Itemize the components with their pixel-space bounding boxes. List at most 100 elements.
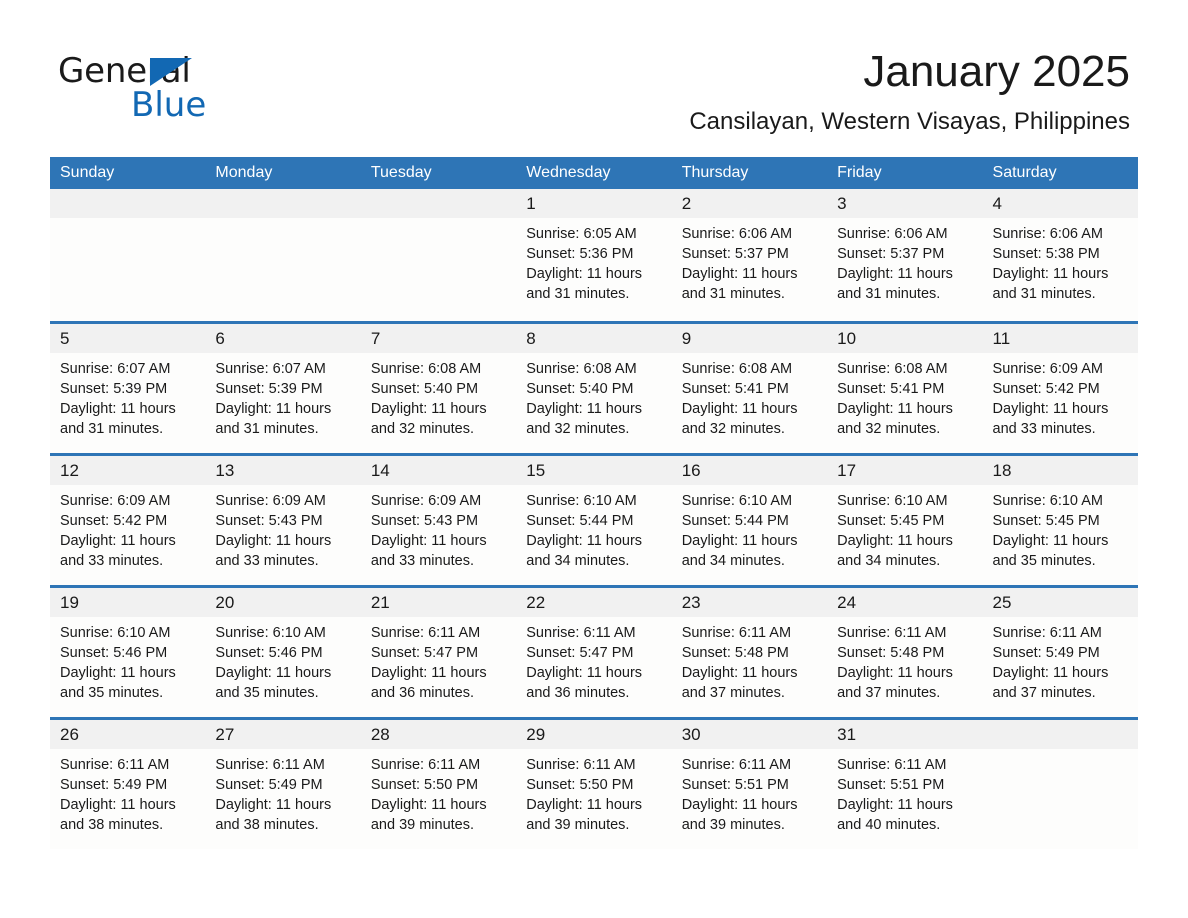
- day-number-band: 2: [671, 189, 828, 218]
- day-number: 1: [526, 194, 536, 213]
- daylight-text-line2: and 36 minutes.: [370, 685, 475, 701]
- sunset-text: Sunset: 5:39 PM: [60, 381, 168, 397]
- day-number-band: 9: [671, 324, 828, 353]
- day-number-band: 17: [827, 456, 983, 485]
- day-number-band: 23: [671, 588, 828, 617]
- day-cell[interactable]: 15 Sunrise: 6:10 AM Sunset: 5:44 PM Dayl…: [516, 456, 672, 585]
- day-cell[interactable]: 9 Sunrise: 6:08 AM Sunset: 5:41 PM Dayli…: [671, 324, 828, 453]
- daylight-text-line1: Daylight: 11 hours: [681, 401, 798, 417]
- daylight-text-line1: Daylight: 11 hours: [837, 266, 953, 282]
- day-number-band: 3: [827, 189, 983, 218]
- day-info: Sunrise: 6:11 AM Sunset: 5:51 PM Dayligh…: [672, 749, 827, 835]
- day-number: 25: [992, 593, 1012, 612]
- daylight-text-line1: Daylight: 11 hours: [215, 665, 332, 681]
- day-info: Sunrise: 6:10 AM Sunset: 5:46 PM Dayligh…: [205, 617, 360, 703]
- day-cell[interactable]: 18 Sunrise: 6:10 AM Sunset: 5:45 PM Dayl…: [982, 456, 1138, 585]
- daylight-text-line2: and 32 minutes.: [681, 421, 785, 437]
- day-cell[interactable]: 16 Sunrise: 6:10 AM Sunset: 5:44 PM Dayl…: [671, 456, 828, 585]
- sunset-text: Sunset: 5:49 PM: [215, 777, 323, 793]
- sunset-text: Sunset: 5:48 PM: [837, 645, 945, 661]
- day-cell[interactable]: 6 Sunrise: 6:07 AM Sunset: 5:39 PM Dayli…: [205, 324, 361, 453]
- day-info: Sunrise: 6:11 AM Sunset: 5:50 PM Dayligh…: [516, 749, 671, 835]
- day-info: Sunrise: 6:08 AM Sunset: 5:41 PM Dayligh…: [672, 353, 827, 439]
- daylight-text-line2: and 37 minutes.: [837, 685, 941, 701]
- day-cell[interactable]: 12 Sunrise: 6:09 AM Sunset: 5:42 PM Dayl…: [50, 456, 206, 585]
- sunset-text: Sunset: 5:45 PM: [992, 513, 1100, 529]
- sunrise-text: Sunrise: 6:10 AM: [60, 625, 171, 641]
- day-cell[interactable]: 13 Sunrise: 6:09 AM Sunset: 5:43 PM Dayl…: [205, 456, 361, 585]
- day-cell[interactable]: 5 Sunrise: 6:07 AM Sunset: 5:39 PM Dayli…: [50, 324, 206, 453]
- sunset-text: Sunset: 5:45 PM: [837, 513, 945, 529]
- day-info: Sunrise: 6:08 AM Sunset: 5:40 PM Dayligh…: [361, 353, 516, 439]
- sunset-text: Sunset: 5:40 PM: [370, 381, 479, 397]
- daylight-text-line1: Daylight: 11 hours: [837, 665, 953, 681]
- day-cell[interactable]: 28 Sunrise: 6:11 AM Sunset: 5:50 PM Dayl…: [360, 720, 517, 849]
- daylight-text-line2: and 35 minutes.: [60, 685, 164, 701]
- sunrise-text: Sunrise: 6:06 AM: [837, 226, 948, 242]
- day-cell[interactable]: 22 Sunrise: 6:11 AM Sunset: 5:47 PM Dayl…: [516, 588, 672, 717]
- week-row: 12 Sunrise: 6:09 AM Sunset: 5:42 PM Dayl…: [50, 453, 1138, 585]
- general-blue-logo[interactable]: General Blue: [58, 52, 318, 124]
- day-cell[interactable]: 19 Sunrise: 6:10 AM Sunset: 5:46 PM Dayl…: [50, 588, 206, 717]
- day-number-band: 7: [360, 324, 517, 353]
- day-cell[interactable]: 3 Sunrise: 6:06 AM Sunset: 5:37 PM Dayli…: [827, 189, 983, 321]
- sunrise-text: Sunrise: 6:10 AM: [681, 493, 793, 509]
- day-cell[interactable]: 24 Sunrise: 6:11 AM Sunset: 5:48 PM Dayl…: [827, 588, 983, 717]
- sunrise-text: Sunrise: 6:11 AM: [681, 757, 792, 773]
- day-number: 15: [526, 461, 546, 480]
- day-cell[interactable]: 23 Sunrise: 6:11 AM Sunset: 5:48 PM Dayl…: [671, 588, 828, 717]
- daylight-text-line2: and 31 minutes.: [60, 421, 164, 437]
- weekday-wednesday: Wednesday: [526, 164, 611, 181]
- sunset-text: Sunset: 5:50 PM: [526, 777, 634, 793]
- day-number: 11: [992, 329, 1011, 348]
- day-cell[interactable]: 20 Sunrise: 6:10 AM Sunset: 5:46 PM Dayl…: [205, 588, 361, 717]
- week-row: 26 Sunrise: 6:11 AM Sunset: 5:49 PM Dayl…: [50, 717, 1138, 849]
- sunrise-text: Sunrise: 6:09 AM: [370, 493, 482, 509]
- sunset-text: Sunset: 5:43 PM: [370, 513, 479, 529]
- day-cell[interactable]: 27 Sunrise: 6:11 AM Sunset: 5:49 PM Dayl…: [205, 720, 361, 849]
- daylight-text-line2: and 34 minutes.: [837, 553, 941, 569]
- day-cell[interactable]: 25 Sunrise: 6:11 AM Sunset: 5:49 PM Dayl…: [982, 588, 1138, 717]
- day-number-band: 26: [50, 720, 206, 749]
- day-cell[interactable]: 8 Sunrise: 6:08 AM Sunset: 5:40 PM Dayli…: [516, 324, 672, 453]
- day-cell[interactable]: 30 Sunrise: 6:11 AM Sunset: 5:51 PM Dayl…: [671, 720, 828, 849]
- daylight-text-line2: and 39 minutes.: [370, 817, 475, 833]
- page-header: General Blue January 2025 Cansilayan, We…: [0, 0, 1188, 135]
- day-cell[interactable]: 21 Sunrise: 6:11 AM Sunset: 5:47 PM Dayl…: [360, 588, 517, 717]
- day-number: 13: [215, 461, 235, 480]
- weekday-sunday: Sunday: [60, 164, 115, 181]
- day-cell[interactable]: 31 Sunrise: 6:11 AM Sunset: 5:51 PM Dayl…: [827, 720, 983, 849]
- day-number: 2: [681, 194, 692, 213]
- sunset-text: Sunset: 5:46 PM: [215, 645, 323, 661]
- daylight-text-line1: Daylight: 11 hours: [992, 401, 1109, 417]
- daylight-text-line2: and 32 minutes.: [526, 421, 630, 437]
- sunrise-text: Sunrise: 6:11 AM: [370, 625, 481, 641]
- sunrise-text: Sunrise: 6:06 AM: [681, 226, 793, 242]
- daylight-text-line1: Daylight: 11 hours: [837, 401, 953, 417]
- day-cell[interactable]: 7 Sunrise: 6:08 AM Sunset: 5:40 PM Dayli…: [360, 324, 517, 453]
- day-number-band: 14: [360, 456, 517, 485]
- sunrise-text: Sunrise: 6:09 AM: [992, 361, 1103, 377]
- day-cell: [982, 720, 1138, 849]
- day-cell[interactable]: 4 Sunrise: 6:06 AM Sunset: 5:38 PM Dayli…: [982, 189, 1138, 321]
- daylight-text-line2: and 31 minutes.: [837, 286, 941, 302]
- day-info: Sunrise: 6:11 AM Sunset: 5:51 PM Dayligh…: [827, 749, 982, 835]
- day-number: 19: [60, 593, 79, 612]
- day-cell[interactable]: 11 Sunrise: 6:09 AM Sunset: 5:42 PM Dayl…: [982, 324, 1138, 453]
- day-cell[interactable]: 26 Sunrise: 6:11 AM Sunset: 5:49 PM Dayl…: [50, 720, 206, 849]
- daylight-text-line2: and 35 minutes.: [215, 685, 319, 701]
- day-cell[interactable]: 17 Sunrise: 6:10 AM Sunset: 5:45 PM Dayl…: [827, 456, 983, 585]
- sunset-text: Sunset: 5:42 PM: [992, 381, 1100, 397]
- sunset-text: Sunset: 5:44 PM: [681, 513, 789, 529]
- weekday-friday: Friday: [837, 164, 882, 181]
- day-cell[interactable]: 29 Sunrise: 6:11 AM Sunset: 5:50 PM Dayl…: [516, 720, 672, 849]
- day-cell[interactable]: 14 Sunrise: 6:09 AM Sunset: 5:43 PM Dayl…: [360, 456, 517, 585]
- daylight-text-line2: and 38 minutes.: [60, 817, 164, 833]
- day-cell: [50, 189, 206, 321]
- day-cell[interactable]: 10 Sunrise: 6:08 AM Sunset: 5:41 PM Dayl…: [827, 324, 983, 453]
- day-cell[interactable]: 2 Sunrise: 6:06 AM Sunset: 5:37 PM Dayli…: [671, 189, 828, 321]
- day-number-band: 22: [516, 588, 672, 617]
- day-cell[interactable]: 1 Sunrise: 6:05 AM Sunset: 5:36 PM Dayli…: [516, 189, 672, 321]
- daylight-text-line1: Daylight: 11 hours: [60, 665, 176, 681]
- daylight-text-line2: and 40 minutes.: [837, 817, 941, 833]
